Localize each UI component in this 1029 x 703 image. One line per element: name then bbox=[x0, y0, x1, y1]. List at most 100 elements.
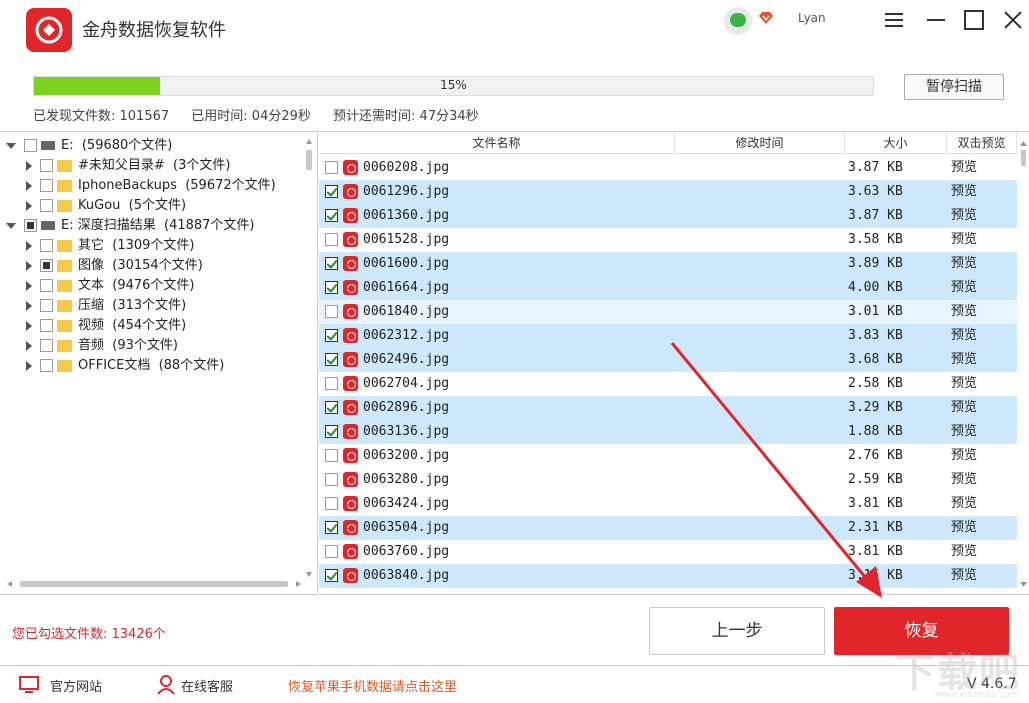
collapse-arrow-icon[interactable] bbox=[6, 142, 16, 149]
pause-scan-button[interactable]: 暂停扫描 bbox=[904, 74, 1004, 100]
file-row[interactable]: 0063840.jpg 3.15 KB 预览 bbox=[319, 564, 1017, 588]
minimize-icon[interactable] bbox=[924, 8, 948, 32]
tree-checkbox[interactable] bbox=[40, 339, 53, 352]
file-checkbox[interactable] bbox=[325, 425, 338, 438]
tree-checkbox[interactable] bbox=[24, 219, 37, 232]
file-row[interactable]: 0063280.jpg 2.59 KB 预览 bbox=[319, 468, 1017, 492]
file-checkbox[interactable] bbox=[325, 569, 338, 582]
expand-arrow-icon[interactable] bbox=[26, 360, 32, 371]
tree-item[interactable]: 其它 (1309个文件) bbox=[26, 236, 195, 256]
file-row[interactable]: 0063136.jpg 1.88 KB 预览 bbox=[319, 420, 1017, 444]
tree-item[interactable]: 视频 (454个文件) bbox=[26, 316, 186, 336]
column-size[interactable]: 大小 bbox=[845, 132, 947, 154]
preview-link[interactable]: 预览 bbox=[951, 516, 977, 540]
file-row[interactable]: 0061600.jpg 3.89 KB 预览 bbox=[319, 252, 1017, 276]
username[interactable]: Lyan bbox=[798, 11, 826, 25]
preview-link[interactable]: 预览 bbox=[951, 228, 977, 252]
file-checkbox[interactable] bbox=[325, 329, 338, 342]
tree-checkbox[interactable] bbox=[40, 239, 53, 252]
maximize-icon[interactable] bbox=[962, 8, 986, 32]
file-row[interactable]: 0062896.jpg 3.29 KB 预览 bbox=[319, 396, 1017, 420]
file-checkbox[interactable] bbox=[325, 545, 338, 558]
expand-arrow-icon[interactable] bbox=[26, 260, 32, 271]
expand-arrow-icon[interactable] bbox=[26, 300, 32, 311]
file-checkbox[interactable] bbox=[325, 209, 338, 222]
tree-item[interactable]: IphoneBackups (59672个文件) bbox=[26, 176, 276, 196]
apple-recovery-link[interactable]: 恢复苹果手机数据请点击这里 bbox=[288, 676, 457, 695]
tree-checkbox[interactable] bbox=[40, 319, 53, 332]
file-checkbox[interactable] bbox=[325, 257, 338, 270]
tree-item[interactable]: E: (59680个文件) bbox=[6, 136, 172, 156]
preview-link[interactable]: 预览 bbox=[951, 348, 977, 372]
tree-item[interactable]: #未知父目录# (3个文件) bbox=[26, 156, 230, 176]
preview-link[interactable]: 预览 bbox=[951, 324, 977, 348]
tree-item[interactable]: 文本 (9476个文件) bbox=[26, 276, 195, 296]
file-row[interactable]: 0060208.jpg 3.87 KB 预览 bbox=[319, 156, 1017, 180]
file-checkbox[interactable] bbox=[325, 473, 338, 486]
preview-link[interactable]: 预览 bbox=[951, 492, 977, 516]
file-checkbox[interactable] bbox=[325, 161, 338, 174]
file-checkbox[interactable] bbox=[325, 233, 338, 246]
preview-link[interactable]: 预览 bbox=[951, 156, 977, 180]
preview-link[interactable]: 预览 bbox=[951, 468, 977, 492]
tree-item[interactable]: E: 深度扫描结果 (41887个文件) bbox=[6, 216, 255, 236]
tree-checkbox[interactable] bbox=[40, 179, 53, 192]
preview-link[interactable]: 预览 bbox=[951, 252, 977, 276]
collapse-arrow-icon[interactable] bbox=[6, 222, 16, 229]
expand-arrow-icon[interactable] bbox=[26, 340, 32, 351]
file-row[interactable]: 0063200.jpg 2.76 KB 预览 bbox=[319, 444, 1017, 468]
online-support-link[interactable]: 在线客服 bbox=[181, 676, 233, 695]
expand-arrow-icon[interactable] bbox=[26, 200, 32, 211]
column-modified[interactable]: 修改时间 bbox=[675, 132, 845, 154]
tree-checkbox[interactable] bbox=[40, 279, 53, 292]
expand-arrow-icon[interactable] bbox=[26, 160, 32, 171]
preview-link[interactable]: 预览 bbox=[951, 300, 977, 324]
tree-item[interactable]: OFFICE文档 (88个文件) bbox=[26, 356, 224, 376]
tree-checkbox[interactable] bbox=[24, 139, 37, 152]
menu-icon[interactable] bbox=[882, 8, 906, 32]
file-checkbox[interactable] bbox=[325, 353, 338, 366]
preview-link[interactable]: 预览 bbox=[951, 540, 977, 564]
expand-arrow-icon[interactable] bbox=[26, 280, 32, 291]
file-row[interactable]: 0062312.jpg 3.83 KB 预览 bbox=[319, 324, 1017, 348]
file-row[interactable]: 0061664.jpg 4.00 KB 预览 bbox=[319, 276, 1017, 300]
file-row[interactable]: 0061840.jpg 3.01 KB 预览 bbox=[319, 300, 1017, 324]
preview-link[interactable]: 预览 bbox=[951, 204, 977, 228]
previous-step-button[interactable]: 上一步 bbox=[649, 607, 825, 655]
tree-vertical-scrollbar[interactable] bbox=[304, 136, 314, 586]
tree-item[interactable]: 压缩 (313个文件) bbox=[26, 296, 186, 316]
preview-link[interactable]: 预览 bbox=[951, 564, 977, 588]
preview-link[interactable]: 预览 bbox=[951, 372, 977, 396]
tree-checkbox[interactable] bbox=[40, 159, 53, 172]
file-checkbox[interactable] bbox=[325, 449, 338, 462]
file-checkbox[interactable] bbox=[325, 281, 338, 294]
folder-tree[interactable]: E: (59680个文件) #未知父目录# (3个文件) IphoneBackups… bbox=[0, 131, 318, 593]
file-checkbox[interactable] bbox=[325, 185, 338, 198]
file-row[interactable]: 0061528.jpg 3.58 KB 预览 bbox=[319, 228, 1017, 252]
wechat-icon[interactable] bbox=[724, 7, 752, 35]
preview-link[interactable]: 预览 bbox=[951, 396, 977, 420]
file-row[interactable]: 0061296.jpg 3.63 KB 预览 bbox=[319, 180, 1017, 204]
vip-badge-icon[interactable] bbox=[758, 11, 774, 25]
tree-checkbox[interactable] bbox=[40, 299, 53, 312]
file-checkbox[interactable] bbox=[325, 521, 338, 534]
tree-horizontal-scrollbar[interactable] bbox=[4, 578, 304, 590]
list-vertical-scrollbar[interactable] bbox=[1018, 132, 1029, 593]
preview-link[interactable]: 预览 bbox=[951, 180, 977, 204]
file-checkbox[interactable] bbox=[325, 377, 338, 390]
preview-link[interactable]: 预览 bbox=[951, 276, 977, 300]
tree-item[interactable]: 图像 (30154个文件) bbox=[26, 256, 203, 276]
file-list[interactable]: 文件名称 修改时间 大小 双击预览 0060208.jpg 3.87 KB 预览 00… bbox=[319, 131, 1029, 593]
file-checkbox[interactable] bbox=[325, 401, 338, 414]
file-row[interactable]: 0062704.jpg 2.58 KB 预览 bbox=[319, 372, 1017, 396]
tree-checkbox[interactable] bbox=[40, 359, 53, 372]
file-row[interactable]: 0061360.jpg 3.87 KB 预览 bbox=[319, 204, 1017, 228]
close-icon[interactable] bbox=[1001, 8, 1025, 32]
preview-link[interactable]: 预览 bbox=[951, 420, 977, 444]
tree-checkbox[interactable] bbox=[40, 259, 53, 272]
file-checkbox[interactable] bbox=[325, 497, 338, 510]
file-row[interactable]: 0062496.jpg 3.68 KB 预览 bbox=[319, 348, 1017, 372]
file-row[interactable]: 0063760.jpg 3.81 KB 预览 bbox=[319, 540, 1017, 564]
file-row[interactable]: 0063504.jpg 2.31 KB 预览 bbox=[319, 516, 1017, 540]
tree-item[interactable]: KuGou (5个文件) bbox=[26, 196, 186, 216]
